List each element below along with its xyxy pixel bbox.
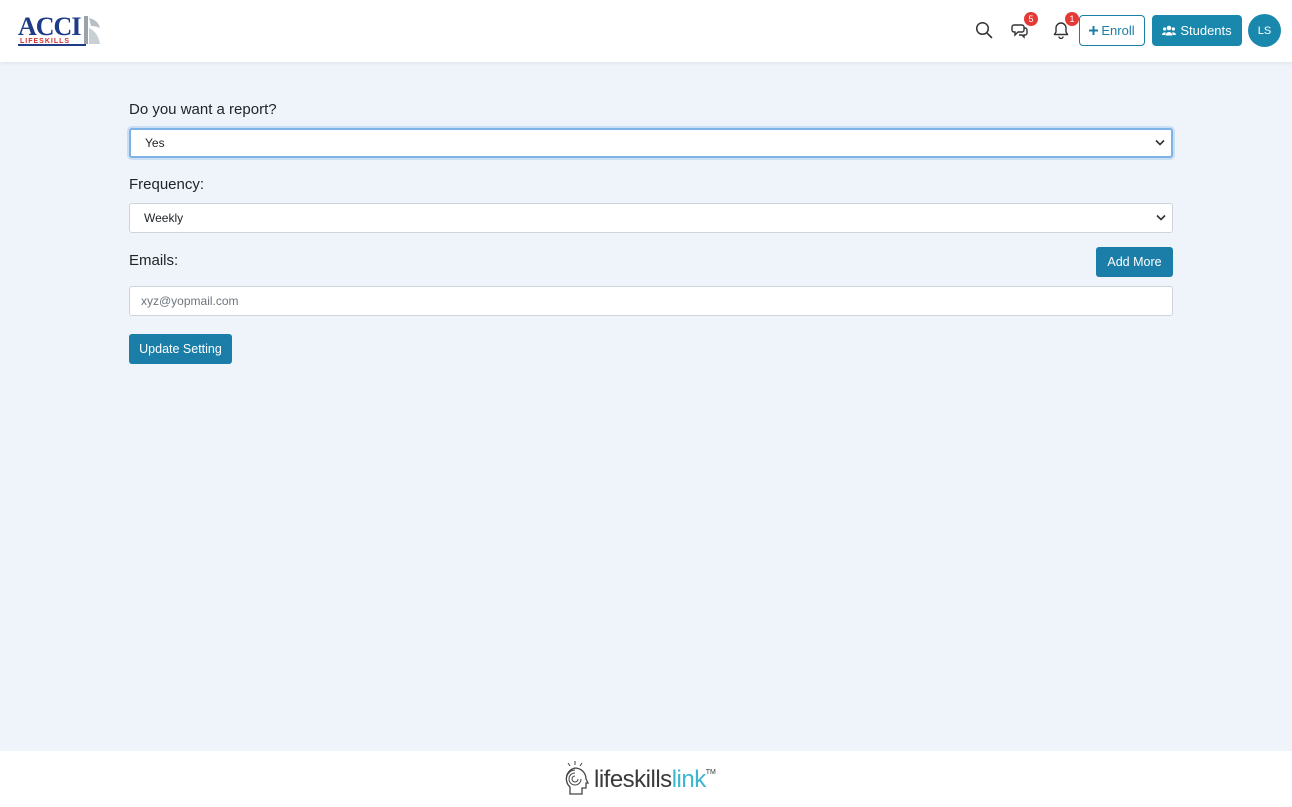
report-label: Do you want a report? [129, 101, 277, 118]
students-button[interactable]: Students [1152, 15, 1242, 46]
notifications-button[interactable]: 1 [1049, 12, 1079, 42]
logo-text: ACCI [18, 12, 81, 41]
users-icon [1162, 25, 1177, 36]
enroll-label: Enroll [1101, 23, 1135, 38]
messages-badge: 5 [1024, 12, 1038, 26]
bird-icon [84, 16, 100, 44]
search-button[interactable] [972, 18, 996, 42]
acci-lifeskills-logo[interactable]: ACCI LIFESKILLS [18, 14, 102, 48]
add-more-button[interactable]: Add More [1096, 247, 1173, 277]
report-select[interactable]: Yes [129, 128, 1173, 158]
messages-button[interactable]: 5 [1008, 12, 1038, 42]
search-icon [975, 21, 993, 39]
lifeskillslink-logo: lifeskills link TM [560, 760, 716, 800]
report-select-value: Yes [145, 136, 165, 150]
frequency-label: Frequency: [129, 176, 205, 193]
email-input[interactable]: xyz@yopmail.com [129, 286, 1173, 316]
footer-brand-part2: link [671, 766, 707, 793]
emails-label: Emails: [129, 252, 179, 269]
head-fingerprint-icon [565, 761, 590, 795]
frequency-select-value: Weekly [144, 211, 184, 225]
plus-icon [1089, 26, 1099, 35]
user-avatar[interactable]: LS [1248, 14, 1281, 47]
frequency-select[interactable]: Weekly [129, 203, 1173, 233]
update-setting-button[interactable]: Update Setting [129, 334, 232, 364]
logo-underline [18, 44, 86, 46]
footer: lifeskills link TM [0, 751, 1292, 807]
enroll-button[interactable]: Enroll [1079, 15, 1145, 46]
chevron-down-icon [1155, 139, 1165, 146]
footer-trademark: TM [705, 769, 716, 776]
footer-brand-part1: lifeskills [594, 766, 672, 793]
chevron-down-icon [1156, 214, 1166, 221]
students-label: Students [1180, 23, 1232, 38]
top-navbar: ACCI LIFESKILLS 5 1 Enroll Students LS [0, 0, 1292, 62]
notifications-badge: 1 [1065, 12, 1079, 26]
